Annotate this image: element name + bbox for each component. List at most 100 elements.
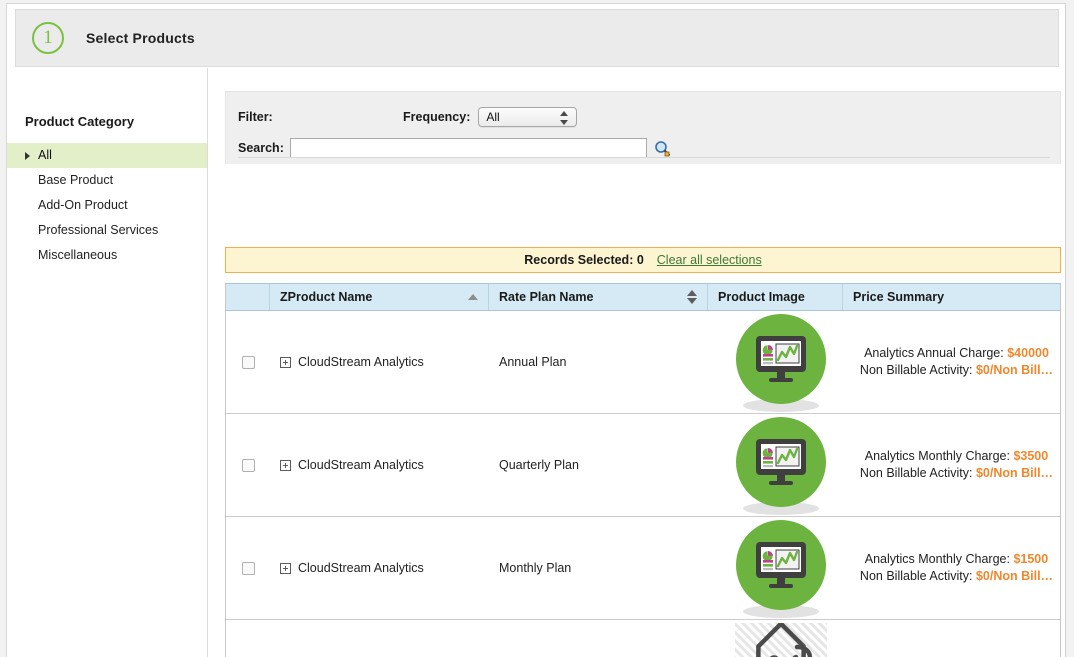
sidebar-item-label: Professional Services [38,223,159,237]
frequency-label: Frequency: [403,110,471,124]
price-label: Analytics Annual Charge: [864,346,1004,360]
cell-rate-plan: Usage Discount Plan [489,620,708,657]
table-row[interactable]: CloudStream Analytics Quarterly Plan Ana… [226,414,1060,517]
price-value: $1500 [1013,552,1049,566]
filter-divider [238,157,1050,158]
frequency-selected-value: All [486,110,500,124]
column-header-select [226,284,270,310]
search-input[interactable] [290,138,647,158]
column-label: Rate Plan Name [499,290,594,304]
cell-product-image [708,517,843,619]
search-label: Search: [238,141,284,155]
price-value: $3500 [1013,449,1049,463]
price-value: $0/Non Bill… [975,363,1054,377]
row-checkbox[interactable] [242,561,255,575]
price-label: Analytics Monthly Charge: [864,552,1010,566]
table-row[interactable]: CloudStream Discounts Usage Discount Pla… [226,620,1060,657]
price-label: Non Billable Activity: [859,466,973,480]
step-number-badge: 1 [32,22,64,54]
cell-product-name: CloudStream Analytics [270,517,489,619]
main-content: Filter: Frequency: All Search: Records S… [209,68,1065,657]
sidebar-item-label: Base Product [38,173,114,187]
filter-label: Filter: [238,110,273,124]
expand-plus-icon[interactable] [280,562,291,574]
sidebar-item-all[interactable]: All [7,143,207,168]
price-label: Analytics Monthly Charge: [864,449,1010,463]
analytics-monitor-icon [733,520,829,618]
table-row[interactable]: CloudStream Analytics Monthly Plan Analy… [226,517,1060,620]
column-label: Product Image [718,290,805,304]
product-name-text: CloudStream Analytics [298,355,424,369]
cell-product-image [708,311,843,413]
sort-ascending-icon [468,294,478,300]
records-selected-text: Records Selected: 0 [524,253,644,267]
row-select-cell [226,311,270,413]
product-name-text: CloudStream Analytics [298,458,424,472]
wizard-window: 1 Select Products Product Category All B… [6,3,1066,657]
cell-rate-plan: Monthly Plan [499,561,572,575]
row-select-cell [226,517,270,619]
records-banner: Records Selected: 0 Clear all selections [225,247,1061,273]
cell-price-summary: Analytics Monthly Charge: $3500 Non Bill… [843,414,1060,516]
page-root: 1 Select Products Product Category All B… [0,0,1074,657]
body-area: Product Category All Base Product Add-On… [7,68,1065,657]
price-line: Non Billable Activity: $0/Non Bill… [860,362,1053,379]
sidebar-item-label: Miscellaneous [38,248,118,262]
row-checkbox[interactable] [242,458,255,472]
column-header-zproduct-name[interactable]: ZProduct Name [270,284,489,310]
analytics-monitor-icon [733,417,829,515]
price-line: Analytics Monthly Charge: $1500 [865,551,1048,568]
filter-row-frequency: Filter: Frequency: All [226,107,1060,127]
sidebar-item-professional-services[interactable]: Professional Services [7,218,207,243]
price-label: Non Billable Activity: [859,569,973,583]
column-header-price-summary: Price Summary [843,284,1060,310]
product-category-sidebar: Product Category All Base Product Add-On… [7,68,208,657]
price-line: Non Billable Activity: $0/Non Bill… [860,568,1053,585]
price-line: Non Billable Activity: $0/Non Bill… [860,465,1053,482]
filter-panel: Filter: Frequency: All Search: [225,91,1061,164]
filter-row-search: Search: [226,138,671,158]
price-line: Analytics Monthly Charge: $3500 [865,448,1048,465]
cell-product-image [708,620,843,657]
cell-product-name: CloudStream Analytics [270,414,489,516]
table-row[interactable]: CloudStream Analytics Annual Plan Analyt… [226,311,1060,414]
sort-both-icon [687,290,697,304]
sidebar-item-add-on-product[interactable]: Add-On Product [7,193,207,218]
row-select-cell [226,620,270,657]
sidebar-item-miscellaneous[interactable]: Miscellaneous [7,243,207,268]
frequency-select[interactable]: All [478,107,578,127]
sidebar-title: Product Category [25,114,135,129]
column-label: ZProduct Name [280,290,373,304]
expand-plus-icon[interactable] [280,356,291,368]
clear-all-selections-link[interactable]: Clear all selections [657,253,762,267]
cell-product-image [708,414,843,516]
column-label: Price Summary [853,290,945,304]
column-header-rate-plan-name[interactable]: Rate Plan Name [489,284,708,310]
table-header-row: ZProduct Name Rate Plan Name Product Ima… [226,284,1060,311]
row-checkbox[interactable] [242,355,255,369]
price-line: Analytics Annual Charge: $40000 [864,345,1049,362]
search-icon[interactable] [654,140,671,157]
sidebar-item-label: All [38,148,52,162]
cell-price-summary: Analytics Annual Charge: $40000 Non Bill… [843,311,1060,413]
category-list: All Base Product Add-On Product Professi… [7,143,207,268]
sidebar-item-base-product[interactable]: Base Product [7,168,207,193]
price-value: $40000 [1007,346,1049,360]
column-header-product-image: Product Image [708,284,843,310]
cell-price-summary: Analytics Monthly Charge: $1500 Non Bill… [843,517,1060,619]
price-value: $0/Non Bill… [975,569,1054,583]
cell-product-name: CloudStream Discounts [270,620,489,657]
row-select-cell [226,414,270,516]
price-value: $0/Non Bill… [975,466,1054,480]
cell-product-name: CloudStream Analytics [270,311,489,413]
step-header: 1 Select Products [15,9,1059,67]
products-table: ZProduct Name Rate Plan Name Product Ima… [225,283,1061,657]
sidebar-item-label: Add-On Product [38,198,128,212]
analytics-monitor-icon [733,314,829,412]
expand-plus-icon[interactable] [280,459,291,471]
discount-tag-icon [733,623,829,657]
product-name-text: CloudStream Analytics [298,561,424,575]
price-label: Non Billable Activity: [859,363,973,377]
chevron-updown-icon [560,111,569,125]
cell-rate-plan: Annual Plan [499,355,567,369]
